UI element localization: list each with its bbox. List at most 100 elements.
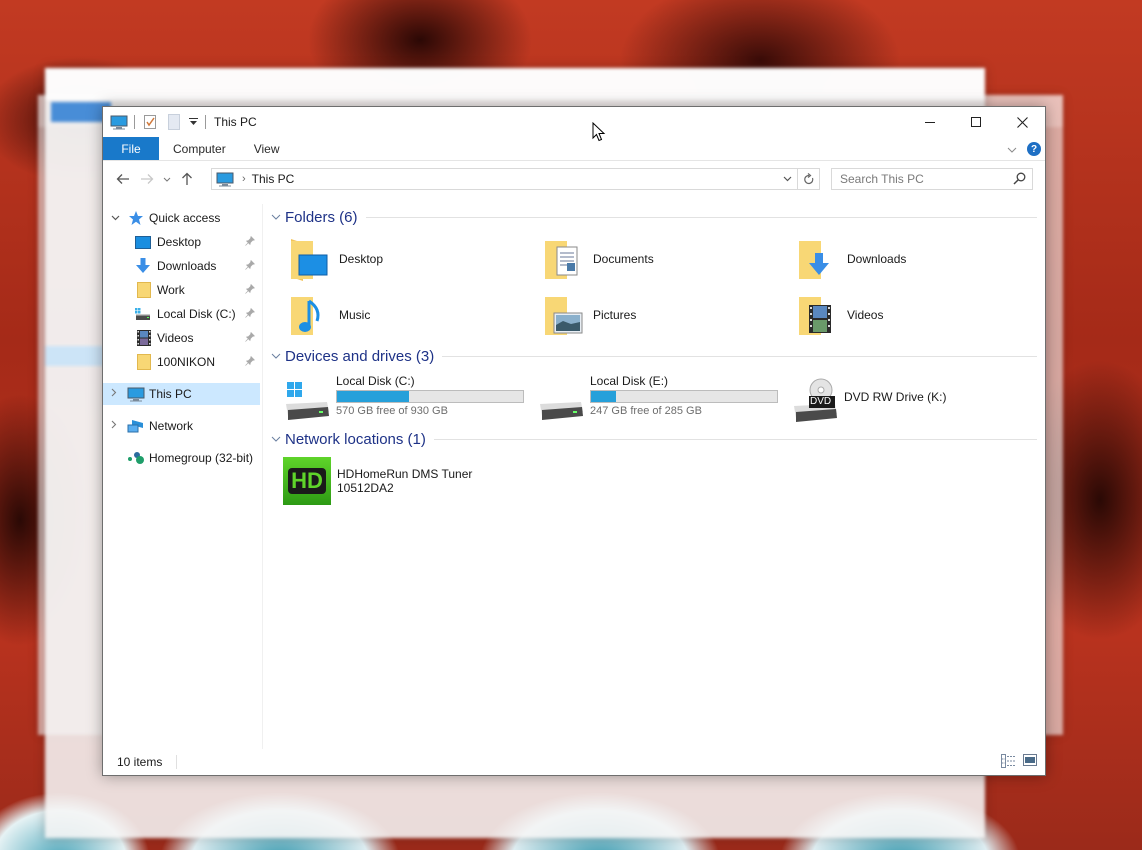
forward-button[interactable] bbox=[135, 168, 159, 190]
details-view-icon[interactable] bbox=[1001, 754, 1017, 771]
drive-icon bbox=[135, 306, 151, 322]
pin-icon[interactable] bbox=[245, 235, 256, 249]
recent-locations-button[interactable] bbox=[159, 168, 175, 190]
large-icons-view-icon[interactable] bbox=[1023, 754, 1037, 771]
sidebar-item-homegroup[interactable]: Homegroup (32-bit) bbox=[103, 447, 260, 469]
file-explorer-window: This PC File Computer View ? › This PC S… bbox=[102, 106, 1046, 776]
chevron-down-icon bbox=[783, 176, 791, 182]
tile-label: Downloads bbox=[847, 252, 907, 266]
tile-label: Documents bbox=[593, 252, 654, 266]
ribbon-right-controls: ? bbox=[1007, 137, 1041, 161]
mouse-cursor bbox=[592, 121, 606, 145]
window-title: This PC bbox=[214, 115, 257, 129]
title-bar[interactable]: This PC bbox=[103, 107, 1045, 137]
search-placeholder: Search This PC bbox=[840, 172, 924, 186]
new-folder-icon[interactable] bbox=[165, 114, 183, 130]
status-separator bbox=[176, 755, 178, 769]
tile-label: Pictures bbox=[593, 308, 637, 322]
folder-tile-pictures[interactable]: Pictures bbox=[541, 290, 636, 340]
folder-icon bbox=[136, 282, 152, 298]
chevron-down-icon[interactable] bbox=[271, 434, 285, 445]
music-folder-icon bbox=[287, 291, 335, 339]
sidebar-label: 100NIKON bbox=[157, 355, 216, 369]
sidebar-label: Work bbox=[157, 283, 185, 297]
group-header-network[interactable]: Network locations (1) bbox=[271, 428, 1037, 450]
sidebar-item-network[interactable]: Network bbox=[103, 415, 260, 437]
search-icon[interactable] bbox=[1013, 172, 1026, 188]
help-icon[interactable]: ? bbox=[1027, 142, 1041, 156]
customize-qat-icon[interactable] bbox=[187, 114, 199, 130]
drive-tile-c[interactable]: Local Disk (C:) 570 GB free of 930 GB bbox=[283, 374, 528, 424]
up-button[interactable] bbox=[175, 168, 199, 190]
close-button[interactable] bbox=[999, 107, 1045, 137]
sidebar-item-downloads[interactable]: Downloads bbox=[103, 255, 260, 277]
pin-icon[interactable] bbox=[245, 259, 256, 273]
star-icon bbox=[128, 210, 144, 226]
sidebar-label: Local Disk (C:) bbox=[157, 307, 236, 321]
folder-tile-videos[interactable]: Videos bbox=[795, 290, 883, 340]
address-bar[interactable]: › This PC bbox=[211, 168, 798, 190]
drive-tile-e[interactable]: Local Disk (E:) 247 GB free of 285 GB bbox=[537, 374, 782, 424]
sidebar-item-100nikon[interactable]: 100NIKON bbox=[103, 351, 260, 373]
address-dropdown-button[interactable] bbox=[777, 169, 797, 189]
ribbon-tabs: File Computer View ? bbox=[103, 137, 1045, 161]
expand-ribbon-icon[interactable] bbox=[1007, 142, 1017, 156]
network-tile-hdhomerun[interactable]: HD HDHomeRun DMS Tuner 10512DA2 bbox=[283, 456, 472, 506]
sidebar-item-work[interactable]: Work bbox=[103, 279, 260, 301]
sidebar-label: Network bbox=[149, 419, 194, 433]
sidebar-item-this-pc[interactable]: This PC bbox=[103, 383, 260, 405]
drive-usage-bar bbox=[336, 390, 524, 403]
arrow-left-icon bbox=[116, 174, 129, 184]
sidebar-label: Downloads bbox=[157, 259, 217, 273]
tab-computer[interactable]: Computer bbox=[159, 137, 240, 160]
group-divider bbox=[433, 438, 1037, 440]
chevron-right-icon[interactable] bbox=[111, 420, 121, 432]
group-header-folders[interactable]: Folders (6) bbox=[271, 206, 1037, 228]
downloads-icon bbox=[135, 258, 151, 274]
folder-tile-downloads[interactable]: Downloads bbox=[795, 234, 906, 284]
group-header-devices[interactable]: Devices and drives (3) bbox=[271, 345, 1037, 367]
maximize-button[interactable] bbox=[953, 107, 999, 137]
tab-view[interactable]: View bbox=[240, 137, 294, 160]
sidebar-label: Videos bbox=[157, 331, 194, 345]
drive-tile-dvd-k[interactable]: DVD DVD RW Drive (K:) bbox=[791, 374, 991, 424]
folder-tile-desktop[interactable]: Desktop bbox=[287, 234, 383, 284]
pin-icon[interactable] bbox=[245, 307, 256, 321]
sidebar-label: Desktop bbox=[157, 235, 202, 249]
sidebar-item-videos[interactable]: Videos bbox=[103, 327, 260, 349]
drive-free-space: 247 GB free of 285 GB bbox=[590, 405, 702, 417]
sidebar-item-quick-access[interactable]: Quick access bbox=[103, 207, 260, 229]
downloads-folder-icon bbox=[795, 235, 843, 283]
chevron-down-icon[interactable] bbox=[271, 212, 285, 223]
chevron-right-icon[interactable] bbox=[111, 388, 121, 400]
view-switcher bbox=[1001, 754, 1037, 771]
dvd-badge: DVD bbox=[810, 396, 832, 407]
item-count: 10 items bbox=[117, 755, 163, 769]
search-input[interactable]: Search This PC bbox=[831, 168, 1033, 190]
navigation-pane: Quick access Desktop Downloads Work Loca… bbox=[103, 204, 263, 749]
breadcrumb-this-pc[interactable]: This PC bbox=[252, 172, 295, 186]
refresh-button[interactable] bbox=[798, 168, 820, 190]
chevron-down-icon[interactable] bbox=[271, 351, 285, 362]
tab-file[interactable]: File bbox=[103, 137, 159, 160]
pin-icon[interactable] bbox=[245, 355, 256, 369]
properties-icon[interactable] bbox=[141, 114, 159, 130]
tile-label: HDHomeRun DMS Tuner bbox=[337, 467, 473, 481]
folder-tile-music[interactable]: Music bbox=[287, 290, 370, 340]
sidebar-item-local-disk-c[interactable]: Local Disk (C:) bbox=[103, 303, 260, 325]
drive-usage-bar bbox=[590, 390, 778, 403]
minimize-button[interactable] bbox=[907, 107, 953, 137]
chevron-down-icon[interactable] bbox=[111, 213, 121, 224]
pin-icon[interactable] bbox=[245, 283, 256, 297]
folder-tile-documents[interactable]: Documents bbox=[541, 234, 654, 284]
sidebar-item-desktop[interactable]: Desktop bbox=[103, 231, 260, 253]
group-title: Devices and drives (3) bbox=[285, 347, 435, 365]
breadcrumb-chevron[interactable]: › bbox=[242, 173, 246, 185]
back-button[interactable] bbox=[111, 168, 135, 190]
chevron-down-icon bbox=[163, 177, 171, 182]
pin-icon[interactable] bbox=[245, 331, 256, 345]
tile-label: Desktop bbox=[339, 252, 384, 266]
computer-icon[interactable] bbox=[110, 114, 128, 130]
navigation-bar: › This PC Search This PC bbox=[103, 162, 1045, 196]
status-bar: 10 items bbox=[103, 749, 1045, 775]
